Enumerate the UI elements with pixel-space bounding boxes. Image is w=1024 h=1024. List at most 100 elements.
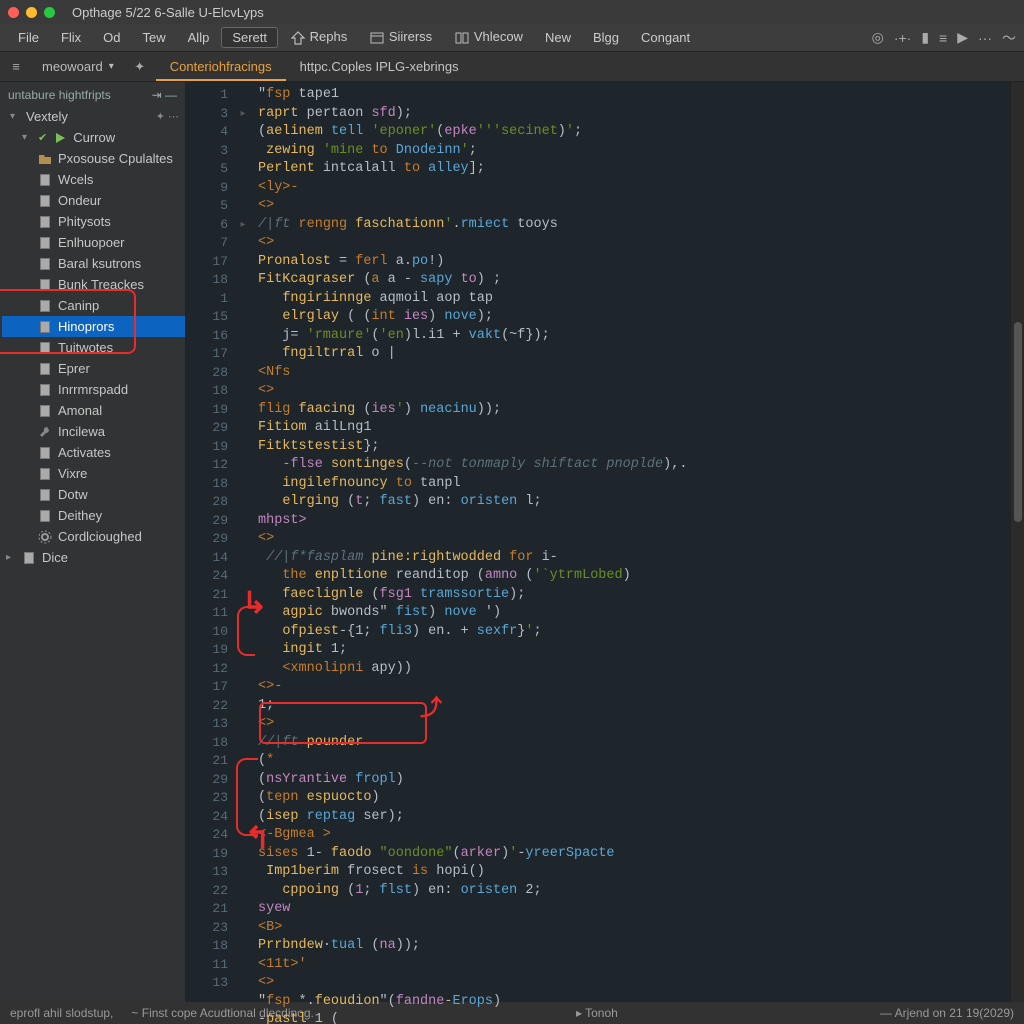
breadcrumb[interactable]: meowoard ▾ [32,59,124,74]
file-icon [38,278,52,292]
sidebar-item-eprer[interactable]: Eprer [2,358,185,379]
editor: 1343595671718115161728181929191218282929… [186,82,1024,1002]
sidebar-item-label: Currow [73,130,115,145]
sidebar-item-label: Wcels [58,172,93,187]
tab-2[interactable]: httpc.Coples IPLG-xebrings [286,53,473,81]
sidebar-item-label: Caninp [58,298,99,313]
fold-column[interactable]: ▸ ▸ [236,82,250,1002]
scrollbar-thumb[interactable] [1014,322,1022,522]
file-icon [38,299,52,313]
menu-allp[interactable]: Allp [178,26,220,49]
vertical-scrollbar[interactable] [1010,82,1024,1002]
tree-root[interactable]: ▾Vextely✦ ⋯ [0,106,185,127]
toolbar: ≡ meowoard ▾ ✦ Conteriohfracings httpc.C… [0,52,1024,82]
sidebar-item-phitysots[interactable]: Phitysots [2,211,185,232]
file-icon [38,320,52,334]
menu-siirerss[interactable]: Siirerss [359,25,442,50]
window-titlebar: Opthage 5/22 6-Salle U-ElcvLyps [0,0,1024,24]
sidebar-item-dotw[interactable]: Dotw [2,484,185,505]
menu-tew[interactable]: Tew [133,26,176,49]
maximize-icon[interactable] [44,7,55,18]
annotation-bracket-2 [236,758,258,836]
play-icon [53,131,67,145]
menu-congant[interactable]: Congant [631,26,700,49]
file-icon [22,551,36,565]
list-icon[interactable]: ≡ [939,30,947,46]
menu-rephs-label: Rephs [310,29,348,44]
sidebar-item-label: Tuitwotes [58,340,113,355]
sidebar-item-label: Inrrmrspadd [58,382,128,397]
file-icon [38,404,52,418]
file-icon [38,215,52,229]
sidebar-item-label: Activates [58,445,111,460]
sidebar-toggle-icon[interactable]: ≡ [0,53,32,81]
file-icon [38,257,52,271]
dots-icon[interactable]: ··· [978,30,992,46]
sidebar-item-label: Bunk Treackes [58,277,144,292]
menu-rephs[interactable]: Rephs [280,25,357,50]
editor-tabs: Conteriohfracings httpc.Coples IPLG-xebr… [156,53,473,81]
target-icon[interactable]: ◎ [872,29,884,46]
sidebar-collapse-icon[interactable]: ⇥ — [152,88,177,102]
file-icon [38,194,52,208]
sidebar-item-wcels[interactable]: Wcels [2,169,185,190]
tree-root-actions[interactable]: ✦ ⋯ [156,110,179,123]
wrench-icon [38,425,52,439]
sidebar-item-label: Phitysots [58,214,111,229]
sidebar-item-dice[interactable]: ▸Dice [2,547,185,568]
sidebar-item-deithey[interactable]: Deithey [2,505,185,526]
pointer-icon[interactable]: ▶ [957,29,968,46]
folder-icon[interactable]: ▮ [921,29,929,46]
sidebar-item-caninp[interactable]: Caninp [2,295,185,316]
sidebar-item-label: Vixre [58,466,87,481]
file-icon [38,446,52,460]
sidebar-item-label: Pxosouse Cpulaltes [58,151,173,166]
file-icon [38,236,52,250]
sidebar-item-incilewa[interactable]: Incilewa [2,421,185,442]
menu-flix[interactable]: Flix [51,26,91,49]
sidebar-item-pxosouse-cpulaltes[interactable]: Pxosouse Cpulaltes [2,148,185,169]
code-area[interactable]: "fsp tape1raprt pertaon sfd);(aelinem te… [250,82,1010,1002]
tree-root-label: Vextely [26,109,68,124]
sidebar-item-label: Deithey [58,508,102,523]
menu-od[interactable]: Od [93,26,130,49]
sidebar-item-label: Ondeur [58,193,101,208]
add-icon[interactable]: ·+· [894,30,912,46]
sidebar-item-tuitwotes[interactable]: Tuitwotes [2,337,185,358]
sidebar-item-currow[interactable]: ▾✔Currow [2,127,185,148]
file-icon [38,362,52,376]
close-icon[interactable] [8,7,19,18]
window-title: Opthage 5/22 6-Salle U-ElcvLyps [72,5,264,20]
minimize-icon[interactable] [26,7,37,18]
menu-blgg[interactable]: Blgg [583,26,629,49]
file-icon [38,488,52,502]
menu-new[interactable]: New [535,26,581,49]
status-left: eprofl ahil slodstup, [10,1006,113,1020]
file-icon [38,509,52,523]
wave-icon[interactable]: 〜 [1002,28,1016,48]
sidebar-item-bunk-treackes[interactable]: Bunk Treackes [2,274,185,295]
sidebar-item-hinoprors[interactable]: Hinoprors [2,316,185,337]
menu-serett[interactable]: Serett [221,27,278,48]
sidebar-item-activates[interactable]: Activates [2,442,185,463]
folder-icon [38,152,52,166]
sidebar-item-label: Enlhuopoer [58,235,125,250]
sidebar-title: untabure hightfripts ⇥ — [0,82,185,106]
sidebar-item-label: Incilewa [58,424,105,439]
sidebar-item-ondeur[interactable]: Ondeur [2,190,185,211]
sidebar-title-label: untabure hightfripts [8,88,111,102]
sidebar-item-label: Dice [42,550,68,565]
tab-1[interactable]: Conteriohfracings [156,53,286,81]
sidebar-item-inrrmrspadd[interactable]: Inrrmrspadd [2,379,185,400]
sidebar-item-enlhuopoer[interactable]: Enlhuopoer [2,232,185,253]
sidebar-item-label: Cordlcioughed [58,529,142,544]
menu-vhlecow[interactable]: Vhlecow [444,25,533,50]
sidebar-item-baral-ksutrons[interactable]: Baral ksutrons [2,253,185,274]
sidebar-item-amonal[interactable]: Amonal [2,400,185,421]
settings-icon[interactable]: ✦ [124,53,156,81]
file-icon [38,383,52,397]
sidebar-item-vixre[interactable]: Vixre [2,463,185,484]
menu-file[interactable]: File [8,26,49,49]
annotation-bracket-1 [237,606,255,656]
sidebar-item-cordlcioughed[interactable]: Cordlcioughed [2,526,185,547]
